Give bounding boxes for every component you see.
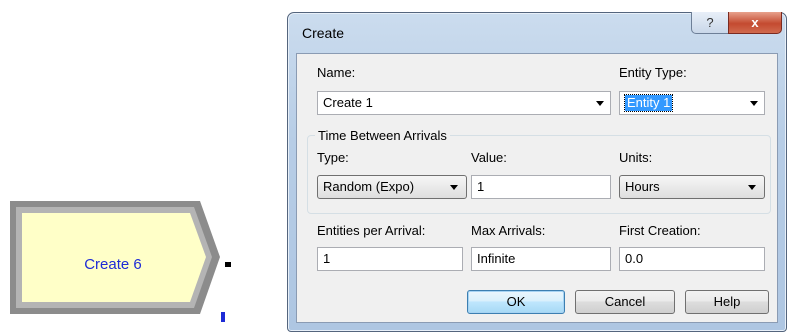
- entities-per-arrival-label: Entities per Arrival:: [317, 223, 426, 238]
- entity-type-label: Entity Type:: [619, 65, 687, 80]
- module-exit-point[interactable]: [225, 262, 231, 267]
- value-label: Value:: [471, 150, 507, 165]
- time-between-arrivals-label: Time Between Arrivals: [315, 128, 450, 143]
- type-value: Random (Expo): [323, 179, 415, 194]
- units-label: Units:: [619, 150, 653, 165]
- max-arrivals-label: Max Arrivals:: [471, 223, 546, 238]
- close-icon: x: [751, 15, 759, 30]
- ok-button[interactable]: OK: [467, 290, 565, 314]
- name-combobox[interactable]: Create 1: [317, 91, 611, 115]
- value-input[interactable]: 1: [471, 175, 611, 199]
- create-module[interactable]: Create 6: [10, 201, 232, 327]
- max-arrivals-input[interactable]: Infinite: [471, 247, 611, 271]
- units-value: Hours: [625, 179, 660, 194]
- first-creation-input[interactable]: 0.0: [619, 247, 765, 271]
- units-dropdown[interactable]: Hours: [619, 175, 765, 199]
- type-label: Type:: [317, 150, 349, 165]
- entity-type-combobox[interactable]: Entity 1: [619, 91, 765, 115]
- first-creation-label: First Creation:: [619, 223, 701, 238]
- name-label: Name:: [317, 65, 356, 80]
- chevron-down-icon[interactable]: [596, 101, 604, 106]
- title-help-button[interactable]: ?: [691, 12, 729, 34]
- dialog-title: Create: [302, 25, 345, 41]
- close-button[interactable]: x: [728, 12, 782, 34]
- module-label: Create 6: [84, 256, 142, 273]
- chevron-down-icon[interactable]: [450, 185, 458, 190]
- cancel-button[interactable]: Cancel: [575, 290, 675, 314]
- entity-type-value: Entity 1: [623, 94, 674, 112]
- help-button[interactable]: Help: [685, 290, 769, 314]
- type-dropdown[interactable]: Random (Expo): [317, 175, 467, 199]
- chevron-down-icon[interactable]: [750, 101, 758, 106]
- module-input-marker: [221, 312, 225, 322]
- create-dialog: Create ? x Name: Entity Type: Create 1 E…: [287, 12, 787, 332]
- name-value: Create 1: [323, 95, 373, 110]
- dialog-body: Name: Entity Type: Create 1 Entity 1 Tim…: [296, 53, 778, 323]
- question-icon: ?: [706, 15, 714, 30]
- entities-per-arrival-input[interactable]: 1: [317, 247, 463, 271]
- chevron-down-icon[interactable]: [748, 185, 756, 190]
